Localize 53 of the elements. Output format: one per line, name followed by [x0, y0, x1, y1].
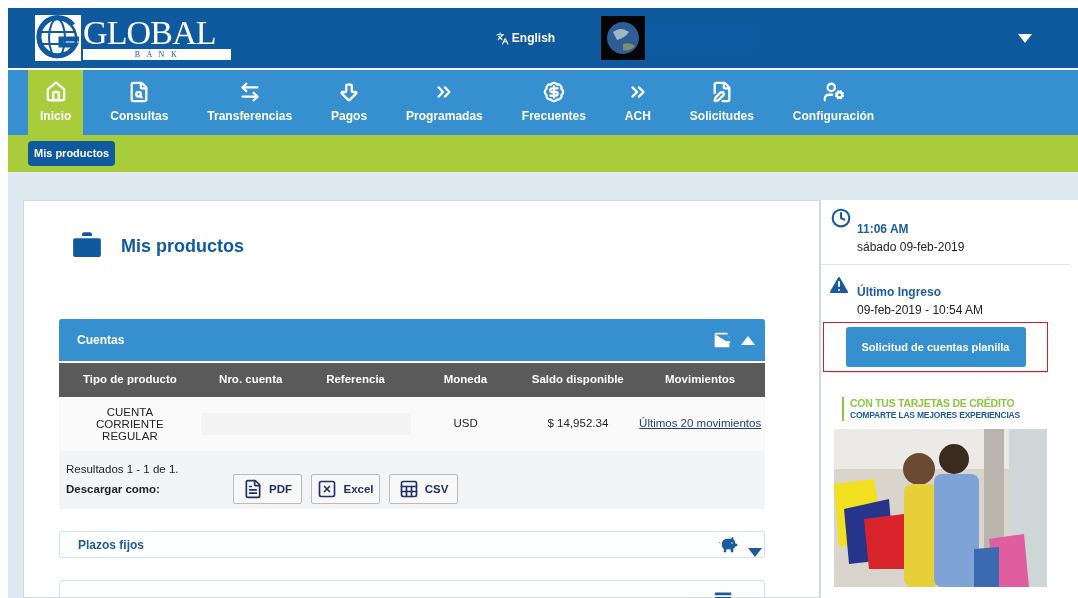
nav-tab[interactable]: Solicitudes: [677, 70, 766, 135]
page-title: Mis productos: [121, 234, 244, 258]
column-header: Saldo disponible: [530, 372, 625, 388]
document-icon: [243, 479, 263, 500]
current-date: sábado 09-feb-2019: [857, 239, 965, 256]
section-title: Cuentas: [77, 332, 125, 349]
action-button[interactable]: Solicitud de cuentas planilla: [845, 327, 1026, 367]
language-link[interactable]: English: [495, 29, 556, 47]
section-title: Plazos fijos: [78, 536, 145, 554]
clock-icon: [831, 208, 851, 228]
column-header: Nro. cuenta: [218, 372, 284, 388]
column-header: Movimientos: [663, 372, 737, 388]
nav-tab[interactable]: Programadas: [394, 70, 495, 135]
download-button[interactable]: CSV: [389, 474, 458, 505]
column-header: Tipo de producto: [82, 372, 178, 388]
collapsed-section[interactable]: Plazos fijos: [59, 531, 765, 558]
download-label: Descargar como:: [66, 481, 161, 497]
logo-subtitle: B A N K: [83, 48, 231, 60]
x-square-icon: [317, 479, 338, 500]
sheet-icon: [398, 479, 419, 500]
caret-down-icon[interactable]: [1018, 33, 1032, 43]
column-header: Moneda: [442, 372, 489, 388]
current-time: 11:06 AM: [857, 221, 910, 238]
language-icon: [495, 31, 509, 45]
exchange-arrows-icon: [238, 80, 261, 103]
promo-headline: CON TUS TARJETAS DE CRÉDITO: [850, 397, 1016, 409]
user-gear-icon: [822, 80, 845, 103]
home-icon: [44, 80, 67, 103]
last-login-time: 09-feb-2019 - 10:54 AM: [857, 302, 984, 319]
logo-wordmark: GLOBAL: [83, 16, 217, 49]
section-header[interactable]: Cuentas: [59, 319, 765, 361]
table-cell-text: USD: [452, 416, 479, 432]
table-cell-text: $ 14,952.34: [546, 416, 610, 432]
nav-tab[interactable]: Configuración: [780, 70, 887, 135]
results-count: Resultados 1 - 1 de 1.: [66, 462, 180, 477]
download-button[interactable]: Excel: [311, 474, 380, 505]
caret-up-icon[interactable]: [741, 335, 755, 345]
last-login-label: Último Ingreso: [857, 283, 942, 301]
nav-tab[interactable]: Consultas: [98, 70, 181, 135]
column-header: Referencia: [325, 372, 386, 388]
subnav-tab[interactable]: Mis productos: [28, 141, 116, 166]
promo-subheadline: COMPARTE LAS MEJORES EXPERIENCIAS: [850, 409, 1021, 421]
download-button[interactable]: PDF: [233, 474, 302, 505]
nav-tab[interactable]: Pagos: [319, 70, 380, 135]
nav-tab[interactable]: ACH: [612, 70, 663, 135]
globe-logo-icon: [35, 15, 81, 61]
nav-tab[interactable]: Frecuentes: [509, 70, 598, 135]
dollar-badge-icon: [542, 80, 565, 103]
nav-tab[interactable]: Transferencias: [195, 70, 305, 135]
table-cell-text: CUENTA CORRIENTE REGULAR: [95, 406, 165, 442]
movements-link[interactable]: Últimos 20 movimientos: [635, 415, 765, 433]
caret-down-icon[interactable]: [748, 548, 762, 557]
nav-tab[interactable]: Inicio: [28, 70, 84, 135]
